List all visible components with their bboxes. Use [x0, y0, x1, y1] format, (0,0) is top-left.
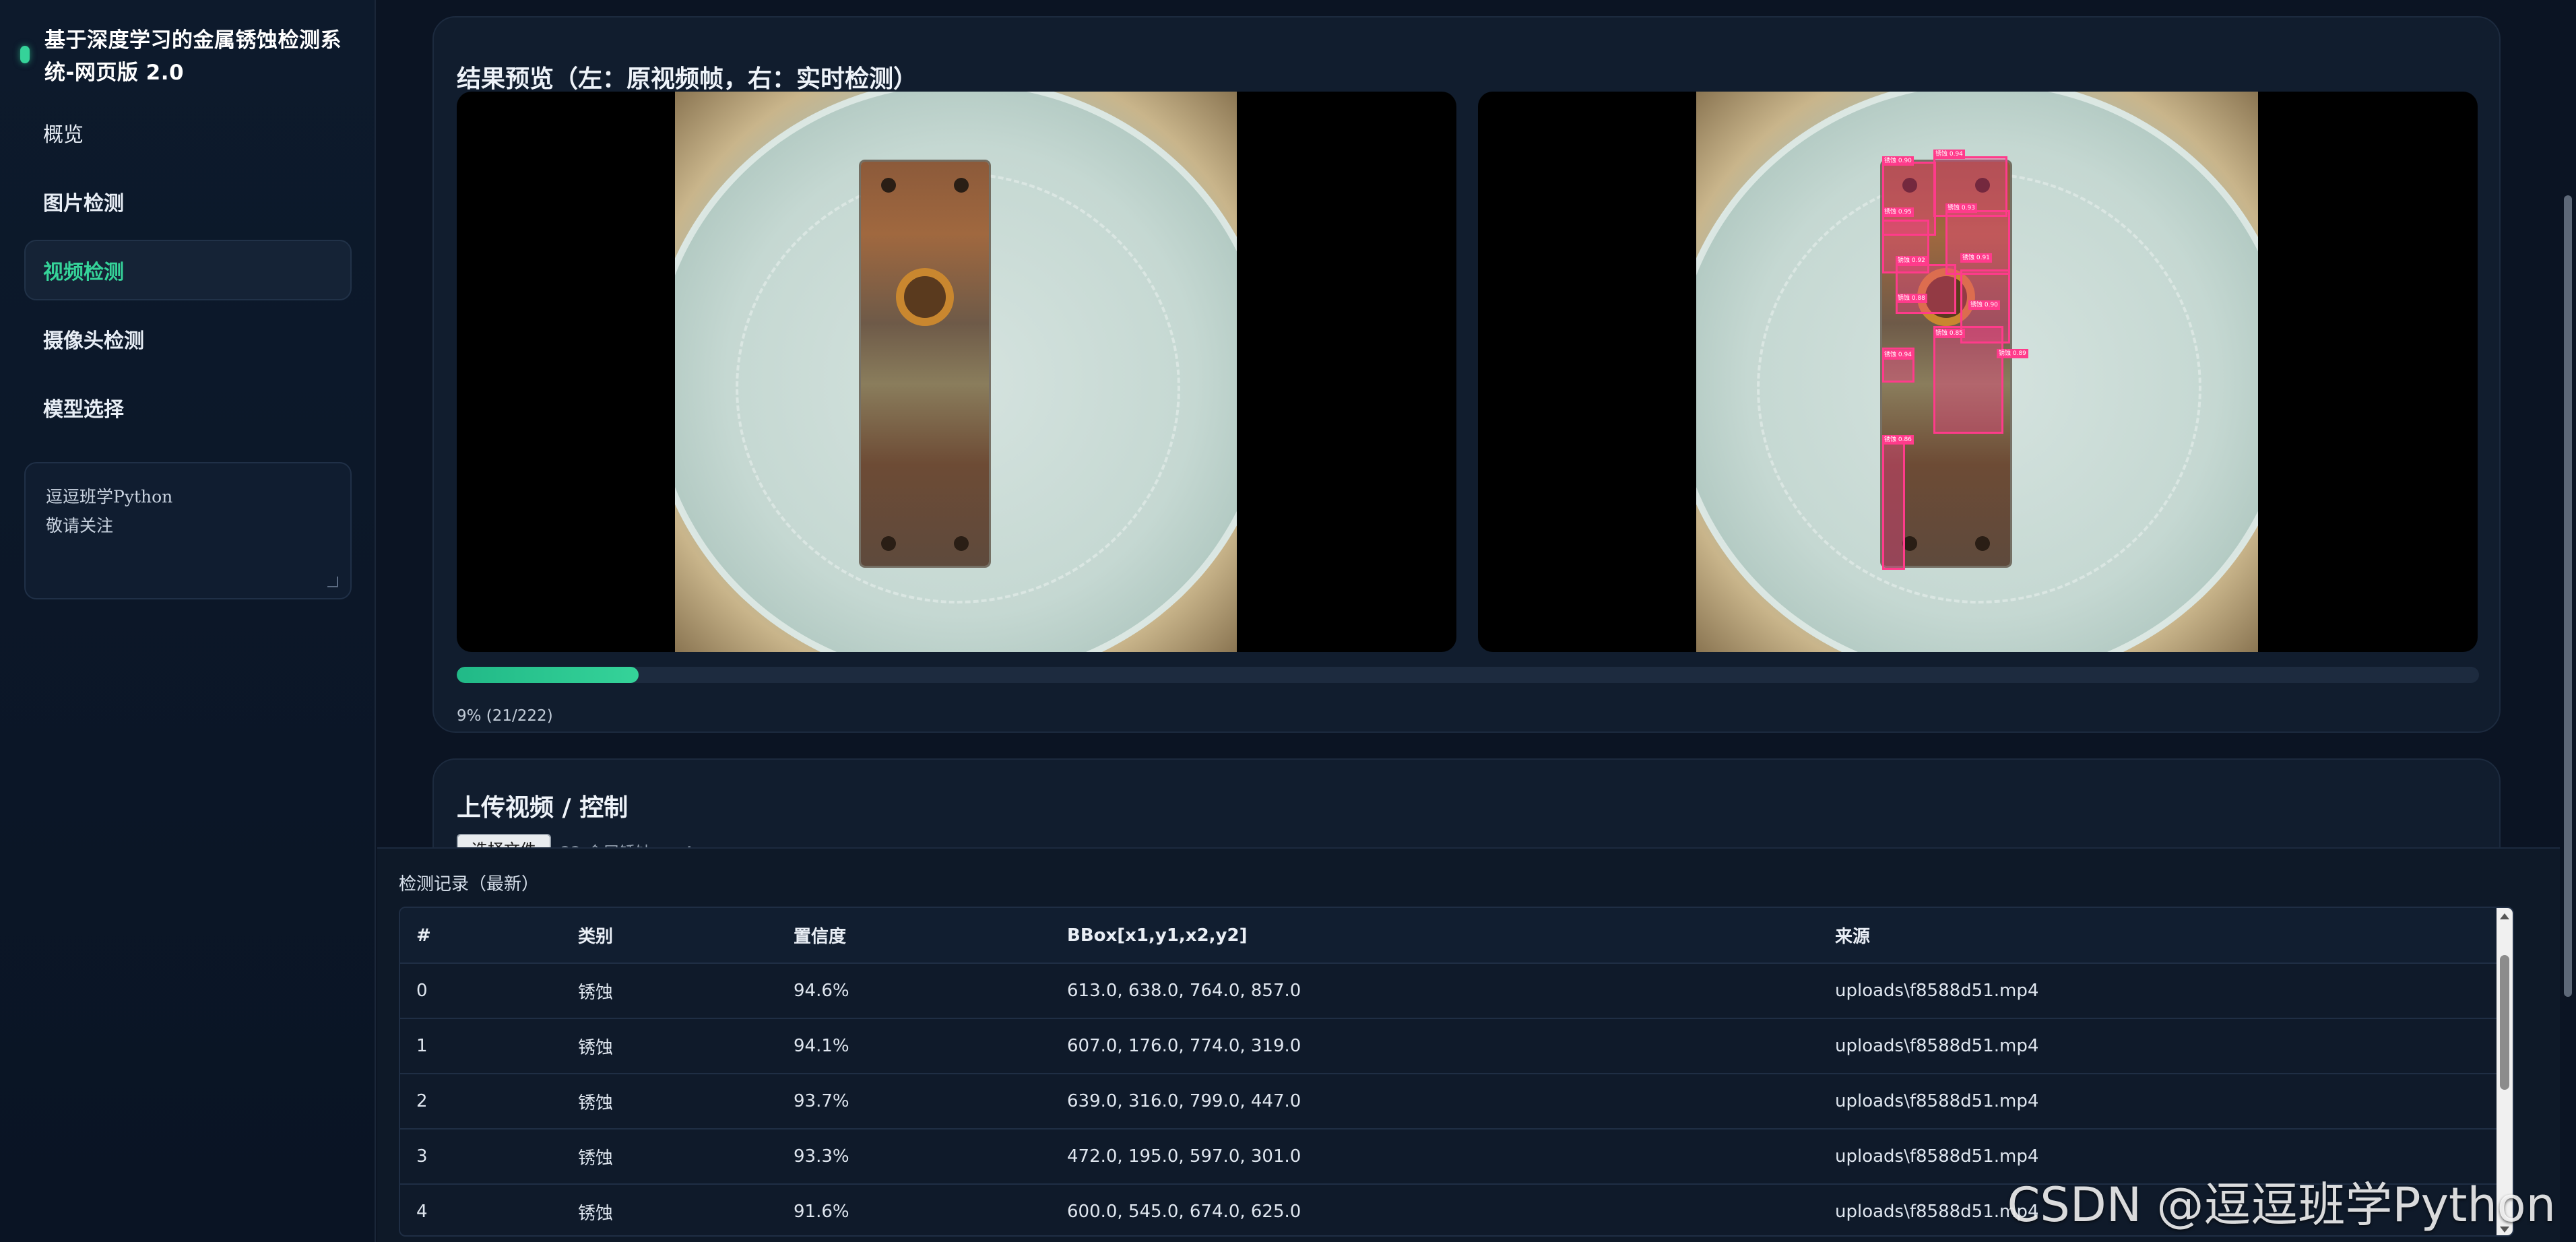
table-row[interactable]: 2 锈蚀 93.7% 639.0, 316.0, 799.0, 447.0 up…	[400, 1074, 2513, 1130]
sidebar-item-image-detection[interactable]: 图片检测	[24, 171, 352, 232]
sidebar-item-video-detection[interactable]: 视频检测	[24, 240, 352, 300]
detection-box	[1882, 442, 1905, 570]
cell-class: 锈蚀	[562, 1018, 777, 1074]
scroll-up-arrow-icon[interactable]	[2500, 913, 2509, 919]
detection-label: 锈蚀 0.90	[1968, 300, 2000, 310]
brand: 基于深度学习的金属锈蚀检测系统-网页版 2.0	[20, 24, 357, 89]
preview-title: 结果预览（左：原视频帧，右：实时检测）	[457, 65, 918, 93]
records-title: 检测记录（最新）	[399, 874, 540, 894]
detection-box	[1933, 326, 2003, 434]
brand-status-dot	[20, 46, 30, 63]
page-scrollbar-thumb[interactable]	[2564, 195, 2572, 997]
detection-label: 锈蚀 0.95	[1882, 207, 1914, 217]
cell-class: 锈蚀	[562, 1184, 777, 1235]
table-row[interactable]: 1 锈蚀 94.1% 607.0, 176.0, 774.0, 319.0 up…	[400, 1018, 2513, 1074]
cell-source: uploads\f8588d51.mp4	[1819, 1074, 2513, 1130]
original-video-frame	[457, 92, 1456, 652]
notes-line-1: 逗逗班学Python	[46, 487, 173, 506]
cell-source: uploads\f8588d51.mp4	[1819, 963, 2513, 1019]
cell-index: 2	[400, 1074, 562, 1130]
cell-bbox: 607.0, 176.0, 774.0, 319.0	[1051, 1018, 1819, 1074]
page-scrollbar[interactable]	[2560, 0, 2576, 1242]
progress-text: 9% (21/222)	[457, 707, 553, 725]
detection-frame-image: 锈蚀 0.90 锈蚀 0.94 锈蚀 0.95 锈蚀 0.93 锈蚀 0.92 …	[1696, 92, 2258, 652]
cell-bbox: 600.0, 545.0, 674.0, 625.0	[1051, 1184, 1819, 1235]
detection-label: 锈蚀 0.94	[1882, 350, 1914, 360]
detection-label: 锈蚀 0.89	[1997, 349, 2028, 358]
cell-bbox: 472.0, 195.0, 597.0, 301.0	[1051, 1129, 1819, 1185]
detection-label: 锈蚀 0.90	[1882, 156, 1914, 166]
column-header-bbox[interactable]: BBox[x1,y1,x2,y2]	[1051, 908, 1819, 964]
cell-confidence: 91.6%	[777, 1184, 1051, 1235]
detection-video-frame: 锈蚀 0.90 锈蚀 0.94 锈蚀 0.95 锈蚀 0.93 锈蚀 0.92 …	[1478, 92, 2478, 652]
detection-label: 锈蚀 0.88	[1896, 294, 1927, 303]
cell-confidence: 94.6%	[777, 963, 1051, 1019]
cell-index: 1	[400, 1018, 562, 1074]
column-header-source[interactable]: 来源	[1819, 908, 2513, 964]
cell-class: 锈蚀	[562, 1129, 777, 1185]
sidebar-item-overview[interactable]: 概览	[24, 102, 352, 163]
table-row[interactable]: 0 锈蚀 94.6% 613.0, 638.0, 764.0, 857.0 up…	[400, 963, 2513, 1019]
app-title: 基于深度学习的金属锈蚀检测系统-网页版 2.0	[44, 28, 342, 85]
detection-label: 锈蚀 0.92	[1896, 256, 1927, 265]
sidebar-item-camera-detection[interactable]: 摄像头检测	[24, 308, 352, 369]
original-frame-image	[675, 92, 1237, 652]
upload-title: 上传视频 / 控制	[457, 794, 629, 822]
cell-class: 锈蚀	[562, 1074, 777, 1130]
cell-bbox: 639.0, 316.0, 799.0, 447.0	[1051, 1074, 1819, 1130]
cell-confidence: 94.1%	[777, 1018, 1051, 1074]
notes-textarea[interactable]: 逗逗班学Python 敬请关注	[24, 462, 352, 599]
sidebar-item-model-selection[interactable]: 模型选择	[24, 377, 352, 438]
cell-bbox: 613.0, 638.0, 764.0, 857.0	[1051, 963, 1819, 1019]
cell-source: uploads\f8588d51.mp4	[1819, 1018, 2513, 1074]
detection-label: 锈蚀 0.93	[1945, 203, 1977, 213]
detection-label: 锈蚀 0.85	[1933, 329, 1965, 338]
watermark: CSDN @逗逗班学Python	[2007, 1177, 2556, 1233]
preview-card: 结果预览（左：原视频帧，右：实时检测） 锈蚀 0.90 锈蚀 0.94 锈蚀 0…	[432, 16, 2501, 733]
sidebar: 基于深度学习的金属锈蚀检测系统-网页版 2.0 概览 图片检测 视频检测 摄像头…	[0, 0, 376, 1242]
cell-class: 锈蚀	[562, 963, 777, 1019]
cell-index: 3	[400, 1129, 562, 1185]
column-header-index[interactable]: #	[400, 908, 562, 964]
cell-index: 4	[400, 1184, 562, 1235]
detection-label: 锈蚀 0.94	[1933, 150, 1965, 159]
progress-bar	[457, 667, 2479, 683]
cell-confidence: 93.3%	[777, 1129, 1051, 1185]
notes-line-2: 敬请关注	[46, 516, 114, 535]
cell-confidence: 93.7%	[777, 1074, 1051, 1130]
sidebar-nav: 概览 图片检测 视频检测 摄像头检测 模型选择	[24, 102, 352, 446]
table-scrollbar-thumb[interactable]	[2500, 955, 2509, 1090]
table-header-row: # 类别 置信度 BBox[x1,y1,x2,y2] 来源	[400, 908, 2513, 964]
progress-bar-fill	[457, 667, 639, 683]
resize-grip-icon[interactable]	[327, 577, 338, 587]
detection-label: 锈蚀 0.86	[1882, 435, 1914, 445]
detection-box	[1896, 264, 1956, 314]
column-header-class[interactable]: 类别	[562, 908, 777, 964]
detection-label: 锈蚀 0.91	[1960, 253, 1992, 263]
column-header-confidence[interactable]: 置信度	[777, 908, 1051, 964]
cell-index: 0	[400, 963, 562, 1019]
